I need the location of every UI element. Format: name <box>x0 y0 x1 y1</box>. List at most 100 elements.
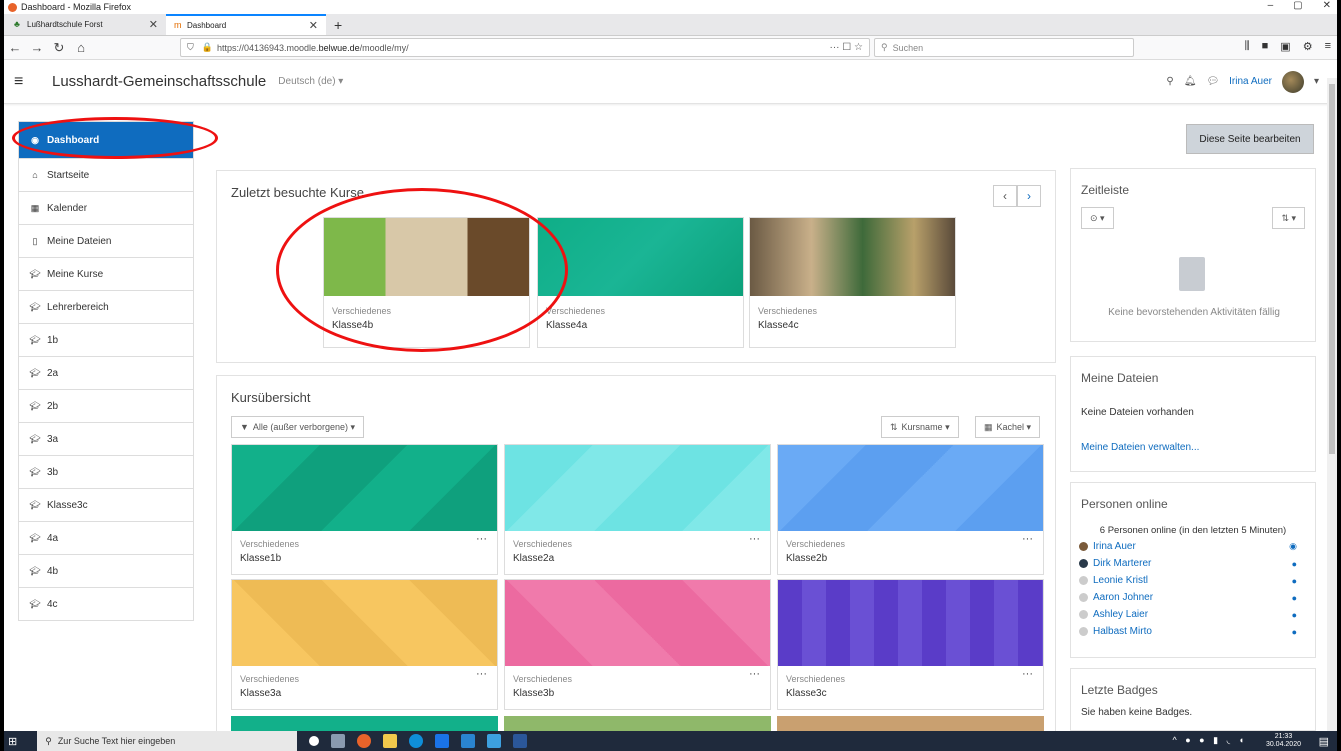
more-icon[interactable]: ··· <box>749 533 760 545</box>
chat-icon[interactable]: ● <box>1292 610 1297 620</box>
menu-icon[interactable]: ≡ <box>1325 40 1331 53</box>
sidebar-item-3b[interactable]: 🎓︎ 3b <box>18 456 194 489</box>
course-name: Klasse3a <box>240 688 282 699</box>
chat-icon[interactable]: 💬︎ <box>1206 76 1219 87</box>
tab-lusshardtschule[interactable]: ♣ Lußhardtschule Forst ✕ <box>6 14 166 35</box>
firefox-taskbar-icon[interactable] <box>357 734 372 748</box>
mail-icon[interactable] <box>461 734 476 748</box>
extension-icon[interactable]: ⚙ <box>1303 40 1313 53</box>
more-icon[interactable]: ··· <box>476 668 487 680</box>
explorer-icon[interactable] <box>487 734 502 748</box>
chevron-left-icon[interactable]: ‹ <box>993 185 1017 207</box>
system-tray[interactable]: ^ ● ● ▮ ◟ ◖ <box>1173 735 1247 746</box>
filter-dropdown[interactable]: ▼ Alle (außer verborgene) ▾ <box>231 416 364 438</box>
chevron-right-icon[interactable]: › <box>1017 185 1041 207</box>
user-name[interactable]: Irina Auer <box>1229 76 1272 87</box>
url-bar[interactable]: ⛉ 🔒 https://04136943.moodle. belwue.de/mo… <box>180 38 870 57</box>
chevron-down-icon[interactable]: ▾ <box>1314 76 1319 87</box>
bookmark-icon[interactable]: ■ <box>1262 40 1269 53</box>
more-icon[interactable]: ··· <box>749 668 760 680</box>
list-item[interactable]: Aaron Johner ● <box>1071 589 1315 606</box>
sidebar-item-1b[interactable]: 🎓︎ 1b <box>18 324 194 357</box>
clock[interactable]: 21:33 30.04.2020 <box>1266 733 1301 749</box>
chat-icon[interactable]: ● <box>1292 627 1297 637</box>
close-tab-icon[interactable]: ✕ <box>309 19 318 32</box>
more-icon[interactable]: ··· <box>1022 533 1033 545</box>
edge-icon[interactable] <box>409 734 424 748</box>
back-icon[interactable]: ← <box>4 40 26 55</box>
sort-dropdown[interactable]: ⇅ Kursname ▾ <box>881 416 959 438</box>
timeline-filter-dropdown[interactable]: ⊙ ▾ <box>1081 207 1114 229</box>
chat-icon[interactable]: ● <box>1292 593 1297 603</box>
scrollbar[interactable] <box>1327 78 1337 731</box>
course-card[interactable]: Verschiedenes Klasse2b ··· <box>777 444 1044 575</box>
more-icon[interactable]: ··· <box>476 533 487 545</box>
sidebar-item-kalender[interactable]: ▦ Kalender <box>18 192 194 225</box>
bell-icon[interactable]: 🔔︎ <box>1184 76 1197 87</box>
avatar[interactable] <box>1281 70 1304 93</box>
home-icon[interactable]: ⌂ <box>70 40 92 55</box>
list-item[interactable]: Irina Auer ◉ <box>1071 538 1315 555</box>
hamburger-icon[interactable]: ≡ <box>14 73 40 91</box>
nav-drawer: ◉ Dashboard ⌂ Startseite ▦ Kalender ▯ Meine … <box>18 121 194 621</box>
course-card[interactable]: Verschiedenes Klasse3a ··· <box>231 579 498 710</box>
sidebar-item-klasse3c[interactable]: 🎓︎ Klasse3c <box>18 489 194 522</box>
list-item[interactable]: Halbast Mirto ● <box>1071 623 1315 640</box>
taskbar-search[interactable]: ⚲ Zur Suche Text hier eingeben <box>37 731 298 751</box>
minimize-button[interactable]: – <box>1268 0 1274 11</box>
sidebar-item-2a[interactable]: 🎓︎ 2a <box>18 357 194 390</box>
course-card[interactable]: Verschiedenes Klasse2a ··· <box>504 444 771 575</box>
reload-icon[interactable]: ↻ <box>48 40 70 56</box>
sidebar-item-lehrerbereich[interactable]: 🎓︎ Lehrerbereich <box>18 291 194 324</box>
sidebar-item-4b[interactable]: 🎓︎ 4b <box>18 555 194 588</box>
notifications-icon[interactable]: ▤ <box>1319 735 1329 748</box>
task-view-icon[interactable] <box>331 734 346 748</box>
course-card[interactable]: Verschiedenes Klasse3c ··· <box>777 579 1044 710</box>
view-dropdown[interactable]: ▦ Kachel ▾ <box>975 416 1041 438</box>
sidebar-item-4a[interactable]: 🎓︎ 4a <box>18 522 194 555</box>
list-item[interactable]: Ashley Laier ● <box>1071 606 1315 623</box>
close-tab-icon[interactable]: ✕ <box>149 18 158 31</box>
language-selector[interactable]: Deutsch (de) ▾ <box>278 76 343 87</box>
site-name[interactable]: Lusshardt-Gemeinschaftsschule <box>52 73 266 90</box>
forward-icon[interactable]: → <box>26 40 48 55</box>
close-window-button[interactable]: ✕ <box>1323 0 1331 11</box>
store-icon[interactable] <box>383 734 398 748</box>
sidebar-item-label: 4c <box>47 598 58 610</box>
chat-icon[interactable]: ● <box>1292 576 1297 586</box>
timeline-sort-dropdown[interactable]: ⇅ ▾ <box>1272 207 1305 229</box>
sidebar-item-3a[interactable]: 🎓︎ 3a <box>18 423 194 456</box>
more-icon[interactable]: ··· <box>1022 668 1033 680</box>
maximize-button[interactable]: ▢ <box>1293 0 1302 11</box>
manage-files-link[interactable]: Meine Dateien verwalten... <box>1081 442 1315 453</box>
reader-icon[interactable]: ▣ <box>1280 40 1290 53</box>
scrollbar-thumb[interactable] <box>1329 84 1335 454</box>
list-item[interactable]: Leonie Kristl ● <box>1071 572 1315 589</box>
cortana-icon[interactable] <box>309 736 320 746</box>
list-item[interactable]: Dirk Marterer ● <box>1071 555 1315 572</box>
windows-start-icon[interactable]: ⊞ <box>8 735 17 748</box>
chat-icon[interactable]: ● <box>1292 559 1297 569</box>
sidebar-item-2b[interactable]: 🎓︎ 2b <box>18 390 194 423</box>
edit-page-button[interactable]: Diese Seite bearbeiten <box>1186 124 1314 154</box>
word-icon[interactable] <box>513 734 528 748</box>
sidebar-item-meine-dateien[interactable]: ▯ Meine Dateien <box>18 225 194 258</box>
library-icon[interactable]: ⫼ <box>1245 40 1250 53</box>
course-card[interactable]: Verschiedenes Klasse4a <box>537 217 744 348</box>
avatar <box>1079 576 1088 585</box>
course-card[interactable]: Verschiedenes Klasse1b ··· <box>231 444 498 575</box>
sidebar-item-meine-kurse[interactable]: 🎓︎ Meine Kurse <box>18 258 194 291</box>
course-card[interactable]: Verschiedenes Klasse3b ··· <box>504 579 771 710</box>
sidebar-item-startseite[interactable]: ⌂ Startseite <box>18 159 194 192</box>
sort-icon: ⇅ <box>890 421 898 432</box>
page-actions-icon[interactable]: ··· ☐ ☆ <box>830 42 863 53</box>
search-input[interactable]: ⚲ Suchen <box>874 38 1134 57</box>
app-icon[interactable] <box>435 734 450 748</box>
new-tab-button[interactable]: + <box>326 15 350 35</box>
search-icon[interactable]: ⚲ <box>1166 76 1173 87</box>
sidebar-item-4c[interactable]: 🎓︎ 4c <box>18 588 194 621</box>
tab-dashboard[interactable]: m Dashboard ✕ <box>166 14 326 35</box>
person-name: Aaron Johner <box>1093 592 1154 603</box>
course-card[interactable]: Verschiedenes Klasse4c <box>749 217 956 348</box>
eye-icon[interactable]: ◉ <box>1289 541 1297 552</box>
